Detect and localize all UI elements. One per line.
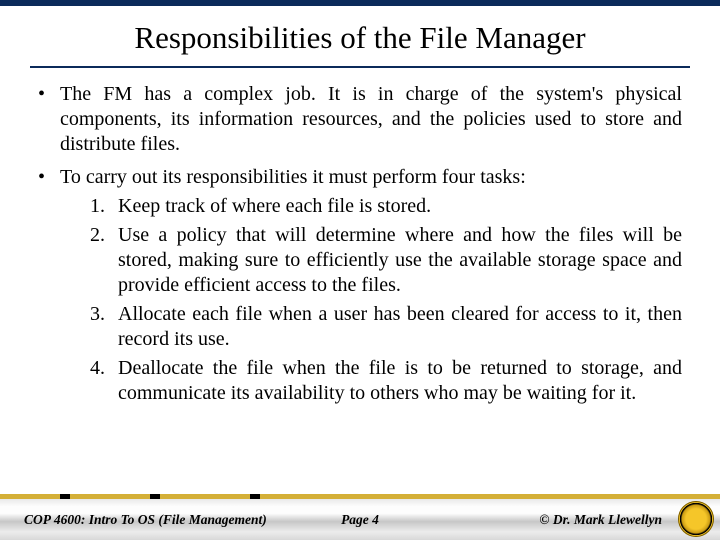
numbered-text: Keep track of where each file is stored. bbox=[118, 195, 431, 217]
bullet-list: The FM has a complex job. It is in charg… bbox=[38, 82, 682, 406]
numbered-text: Allocate each file when a user has been … bbox=[118, 303, 682, 350]
numbered-item: 4. Deallocate the file when the file is t… bbox=[90, 356, 682, 406]
numbered-item: 3. Allocate each file when a user has bee… bbox=[90, 302, 682, 352]
numbered-text: Use a policy that will determine where a… bbox=[118, 224, 682, 296]
numbered-list: 1. Keep track of where each file is store… bbox=[60, 194, 682, 406]
slide-body: The FM has a complex job. It is in charg… bbox=[0, 68, 720, 498]
item-number: 4. bbox=[90, 356, 105, 381]
slide: Responsibilities of the File Manager The… bbox=[0, 0, 720, 540]
bullet-text: To carry out its responsibilities it mus… bbox=[60, 166, 526, 188]
bullet-item: The FM has a complex job. It is in charg… bbox=[38, 82, 682, 157]
numbered-text: Deallocate the file when the file is to … bbox=[118, 357, 682, 404]
item-number: 2. bbox=[90, 223, 105, 248]
slide-title: Responsibilities of the File Manager bbox=[0, 6, 720, 62]
bullet-text: The FM has a complex job. It is in charg… bbox=[60, 83, 682, 155]
footer-author: © Dr. Mark Llewellyn bbox=[539, 512, 662, 528]
item-number: 3. bbox=[90, 302, 105, 327]
bullet-item: To carry out its responsibilities it mus… bbox=[38, 165, 682, 406]
numbered-item: 1. Keep track of where each file is store… bbox=[90, 194, 682, 219]
numbered-item: 2. Use a policy that will determine where… bbox=[90, 223, 682, 298]
footer-course: COP 4600: Intro To OS (File Management) bbox=[24, 512, 267, 528]
footer-page: Page 4 bbox=[341, 512, 379, 528]
ucf-logo-icon bbox=[678, 501, 714, 537]
item-number: 1. bbox=[90, 194, 105, 219]
slide-footer: COP 4600: Intro To OS (File Management) … bbox=[0, 498, 720, 540]
